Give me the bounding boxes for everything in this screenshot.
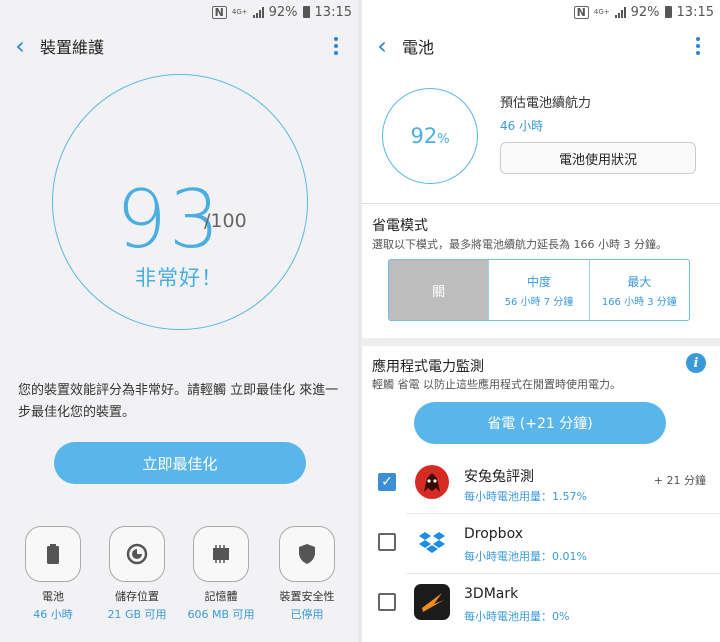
- status-bar: N 4G+ 92% 13:15: [0, 0, 358, 24]
- battery-usage-button[interactable]: 電池使用狀況: [500, 142, 696, 174]
- power-saving-subtitle: 選取以下模式，最多將電池續航力延長為 166 小時 3 分鐘。: [372, 238, 667, 251]
- memory-icon: [193, 526, 249, 582]
- app-power-monitor-title: 應用程式電力監測: [372, 359, 484, 375]
- battery-percent-text: 92%: [630, 4, 660, 20]
- app-name: 安兔兔評測: [464, 469, 534, 485]
- tile-storage[interactable]: 儲存位置 21 GB 可用: [97, 526, 177, 622]
- battery-level-unit: %: [437, 131, 450, 147]
- app-row[interactable]: ✓ 安兔兔評測 每小時電池用量：1.57% + 21 分鐘: [362, 454, 720, 514]
- antutu-icon: [414, 464, 450, 500]
- score-description: 您的裝置效能評分為非常好。請輕觸 立即最佳化 來進一步最佳化您的裝置。: [18, 383, 339, 420]
- estimate-label: 預估電池續航力: [500, 96, 592, 111]
- power-saving-title: 省電模式: [372, 218, 428, 234]
- tile-battery[interactable]: 電池 46 小時: [13, 526, 93, 622]
- power-mode-selector: 關 中度 56 小時 7 分鐘 最大 166 小時 3 分鐘: [388, 259, 690, 321]
- battery-status-icon: [302, 6, 310, 18]
- mode-name: 中度: [526, 274, 551, 289]
- app-usage: 每小時電池用量：0.01%: [464, 550, 587, 563]
- battery-level-ring: 92%: [382, 88, 478, 184]
- shield-icon: [279, 526, 335, 582]
- divider: [362, 203, 720, 204]
- tile-value: 已停用: [290, 608, 324, 621]
- app-checkbox[interactable]: ✓: [378, 473, 396, 491]
- app-usage: 每小時電池用量：0%: [464, 610, 570, 623]
- nfc-icon: N: [573, 5, 589, 19]
- status-bar: N 4G+ 92% 13:15: [362, 0, 720, 24]
- score-label: 非常好！: [135, 266, 223, 290]
- app-checkbox[interactable]: [378, 533, 396, 551]
- tile-value: 606 MB 可用: [187, 608, 255, 621]
- page-title: 電池: [402, 38, 435, 57]
- app-name: Dropbox: [464, 526, 523, 542]
- mode-time: 56 小時 7 分鐘: [504, 296, 574, 308]
- mode-time: 166 小時 3 分鐘: [601, 296, 677, 308]
- tile-memory[interactable]: 記憶體 606 MB 可用: [181, 526, 261, 622]
- storage-icon: [109, 526, 165, 582]
- battery-percent-text: 92%: [268, 4, 298, 20]
- clock: 13:15: [676, 4, 714, 20]
- app-bar: ‹ 電池: [362, 24, 720, 68]
- 3dmark-icon: [414, 584, 450, 620]
- app-gain: + 21 分鐘: [653, 474, 706, 487]
- estimate-value: 46 小時: [500, 119, 544, 133]
- app-bar: ‹ 裝置維護: [0, 24, 358, 68]
- battery-icon: [25, 526, 81, 582]
- info-icon[interactable]: i: [686, 353, 706, 373]
- optimize-now-button[interactable]: 立即最佳化: [54, 442, 306, 484]
- battery-panel: N 4G+ 92% 13:15 ‹ 電池 92% 預估電池續航力 46 小時 電…: [362, 0, 720, 642]
- app-usage: 每小時電池用量：1.57%: [464, 490, 587, 503]
- more-options-icon[interactable]: [676, 37, 720, 55]
- mode-off[interactable]: 關: [389, 260, 489, 320]
- tile-label: 電池: [42, 590, 64, 603]
- tile-label: 裝置安全性: [279, 590, 335, 603]
- clock: 13:15: [314, 4, 352, 20]
- mode-mid[interactable]: 中度 56 小時 7 分鐘: [488, 260, 588, 320]
- dropbox-icon: [414, 524, 450, 560]
- score-max: /100: [204, 210, 247, 232]
- section-divider: [362, 338, 720, 346]
- signal-icon: [614, 6, 626, 18]
- mode-name: 最大: [627, 274, 652, 289]
- tile-label: 儲存位置: [115, 590, 159, 603]
- battery-level-value: 92: [410, 124, 438, 148]
- tile-label: 記憶體: [204, 590, 238, 603]
- mode-max[interactable]: 最大 166 小時 3 分鐘: [588, 260, 689, 320]
- network-icon: 4G+: [593, 7, 610, 16]
- app-row[interactable]: Dropbox 每小時電池用量：0.01%: [362, 514, 720, 574]
- mode-name: 關: [432, 284, 446, 300]
- back-icon[interactable]: ‹: [362, 24, 402, 68]
- app-power-monitor-subtitle: 輕觸 省電 以防止這些應用程式在閒置時使用電力。: [372, 378, 621, 391]
- device-maintenance-panel: N 4G+ 92% 13:15 ‹ 裝置維護 93 /100 非常好！ 您的裝置…: [0, 0, 358, 642]
- back-icon[interactable]: ‹: [0, 24, 40, 68]
- tile-value: 21 GB 可用: [107, 608, 167, 621]
- nfc-icon: N: [211, 5, 227, 19]
- battery-status-icon: [664, 6, 672, 18]
- more-options-icon[interactable]: [314, 37, 358, 55]
- tile-value: 46 小時: [33, 608, 73, 621]
- app-checkbox[interactable]: [378, 593, 396, 611]
- tile-device-security[interactable]: 裝置安全性 已停用: [267, 526, 347, 622]
- signal-icon: [252, 6, 264, 18]
- app-name: 3DMark: [464, 586, 519, 602]
- network-icon: 4G+: [231, 7, 248, 16]
- save-power-button[interactable]: 省電 (+21 分鐘): [414, 402, 666, 444]
- app-row[interactable]: 3DMark 每小時電池用量：0%: [362, 574, 720, 634]
- page-title: 裝置維護: [40, 38, 105, 57]
